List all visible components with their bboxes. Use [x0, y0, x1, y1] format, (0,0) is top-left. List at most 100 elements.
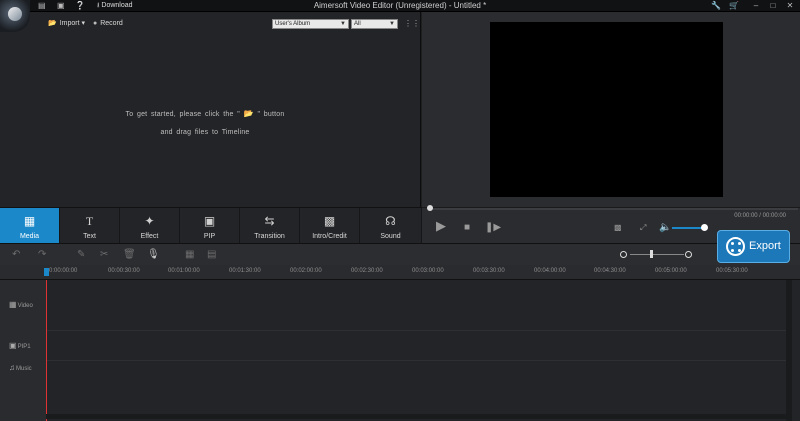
volume-icon[interactable]: 🔈: [659, 222, 671, 234]
hint-text-end: " button: [257, 111, 285, 118]
hint-text-start: To get started, please click the ": [125, 111, 240, 118]
export-film-icon: [726, 237, 745, 256]
timeline-toolbar: ↶ ↷ ✎ ✂ 🗑 🎙 ▦ ▤: [0, 243, 800, 265]
snapshot-icon[interactable]: ▩: [614, 222, 622, 234]
cart-icon[interactable]: 🛒: [728, 0, 740, 11]
ruler-tick-label: 00:01:30:00: [229, 268, 261, 274]
tab-transition[interactable]: ⇆ Transition: [240, 208, 300, 244]
category-tabs: ▦ Media T Text ✦ Effect ▣ PIP ⇆ Transiti…: [0, 207, 422, 244]
undo-icon[interactable]: ↶: [12, 249, 20, 261]
folder-open-icon: 📂: [48, 20, 57, 27]
track-headers: ▦Video ▣PIP1 ♫Music: [0, 280, 46, 421]
dropdown-arrow-icon: ▼: [389, 21, 395, 27]
close-button[interactable]: ✕: [784, 0, 796, 11]
track-video: ▦Video: [9, 300, 33, 309]
folder-open-icon: 📂: [243, 109, 254, 118]
title-bar: ▤ ▣ ❔ ⭳ Download Aimersoft Video Editor …: [0, 0, 800, 12]
text-icon: T: [85, 214, 94, 228]
album-select-value: User's Album: [275, 21, 311, 27]
timeline-tracks: ▦Video ▣PIP1 ♫Music: [0, 280, 800, 421]
tab-intro-credit[interactable]: ▩ Intro/Credit: [300, 208, 360, 244]
pip-icon: ▣: [203, 214, 216, 228]
vertical-scrollbar[interactable]: [786, 280, 792, 421]
playhead-marker[interactable]: [44, 268, 49, 276]
tab-media[interactable]: ▦ Media: [0, 208, 60, 244]
zoom-out-icon[interactable]: [620, 251, 627, 258]
crop-icon[interactable]: ▦: [185, 249, 194, 261]
ruler-tick-label: 00:05:00:00: [655, 268, 687, 274]
media-library-panel: 📂 Import ▾ ● Record User's Album ▼ All ▼ ⋮⋮ …: [0, 12, 421, 207]
next-frame-icon[interactable]: ❚▶: [485, 222, 501, 234]
tab-sound[interactable]: ☊ Sound: [360, 208, 422, 244]
export-button[interactable]: Export: [717, 230, 790, 263]
volume-slider[interactable]: [672, 227, 704, 229]
cut-icon[interactable]: ✂: [100, 249, 108, 261]
play-icon[interactable]: ▶: [436, 219, 446, 232]
export-label: Export: [749, 240, 781, 252]
tab-label: Effect: [140, 233, 159, 240]
import-label: Import: [59, 20, 80, 27]
music-note-icon: ♫: [9, 363, 15, 372]
ruler-tick-label: 00:01:00:00: [168, 268, 200, 274]
tab-label: Text: [83, 233, 96, 240]
track-divider: [46, 360, 786, 361]
seek-bar[interactable]: [428, 208, 798, 210]
tab-label: Transition: [254, 233, 285, 240]
preview-screen: [490, 22, 723, 197]
import-button[interactable]: 📂 Import ▾: [48, 19, 85, 28]
tab-label: Media: [19, 233, 40, 240]
settings-wrench-icon[interactable]: 🔧: [710, 0, 722, 11]
ruler-tick-label: 00:04:00:00: [534, 268, 566, 274]
minimize-button[interactable]: –: [750, 0, 762, 11]
seek-handle[interactable]: [427, 205, 433, 211]
redo-icon[interactable]: ↷: [38, 249, 46, 261]
track-divider: [46, 330, 786, 331]
album-select[interactable]: User's Album ▼: [272, 19, 349, 29]
tab-pip[interactable]: ▣ PIP: [180, 208, 240, 244]
ruler-tick-label: 00:03:00:00: [412, 268, 444, 274]
delete-icon[interactable]: 🗑: [123, 249, 136, 261]
fullscreen-icon[interactable]: ⤢: [640, 222, 646, 234]
transition-icon: ⇆: [264, 214, 275, 228]
zoom-in-icon[interactable]: [685, 251, 692, 258]
tab-label: Intro/Credit: [312, 233, 347, 240]
playhead[interactable]: [46, 280, 47, 421]
window-title: Aimersoft Video Editor (Unregistered) - …: [313, 1, 487, 10]
view-grid-icon[interactable]: ⋮⋮: [404, 19, 420, 28]
ruler-tick-label: 00:04:30:00: [594, 268, 626, 274]
horizontal-scrollbar[interactable]: [46, 414, 786, 419]
track-pip1: ▣PIP1: [9, 341, 31, 350]
chevron-down-icon: ▾: [81, 20, 86, 27]
record-icon: ●: [93, 20, 98, 27]
ruler-tick-label: 00:02:00:00: [290, 268, 322, 274]
track-label-text: Music: [16, 366, 32, 372]
headphones-icon: ☊: [385, 214, 396, 228]
ruler-tick-label: 0:00:00:00: [49, 268, 78, 274]
zoom-slider[interactable]: [630, 254, 684, 255]
media-icon: ▦: [23, 214, 36, 228]
track-label-text: Video: [17, 303, 33, 309]
volume-handle[interactable]: [701, 224, 708, 231]
timeline-ruler[interactable]: 0:00:00:00 00:00:30:00 00:01:00:00 00:01…: [0, 265, 800, 280]
tab-effect[interactable]: ✦ Effect: [120, 208, 180, 244]
time-readout: 00:00:00 / 00:00:00: [734, 213, 786, 219]
microphone-icon[interactable]: 🎙: [147, 249, 160, 261]
track-label-text: PIP1: [17, 344, 31, 350]
intro-credit-icon: ▩: [323, 214, 336, 228]
tab-label: Sound: [380, 233, 401, 240]
media-toolbar: 📂 Import ▾ ● Record User's Album ▼ All ▼ ⋮⋮: [0, 12, 421, 34]
record-label: Record: [100, 20, 123, 27]
split-screen-icon[interactable]: ▤: [207, 249, 216, 261]
tab-text[interactable]: T Text: [60, 208, 120, 244]
edit-icon[interactable]: ✎: [77, 249, 85, 261]
empty-library-hint: To get started, please click the " 📂 " b…: [0, 105, 410, 142]
maximize-button[interactable]: □: [767, 0, 779, 11]
zoom-handle[interactable]: [650, 250, 653, 258]
filter-select[interactable]: All ▼: [351, 19, 398, 29]
ruler-tick-label: 00:05:30:00: [716, 268, 748, 274]
stop-icon[interactable]: ■: [464, 222, 470, 234]
record-button[interactable]: ● Record: [93, 19, 123, 28]
filter-select-value: All: [354, 21, 361, 27]
film-icon: ▦: [9, 300, 17, 309]
preview-panel: [422, 12, 800, 207]
